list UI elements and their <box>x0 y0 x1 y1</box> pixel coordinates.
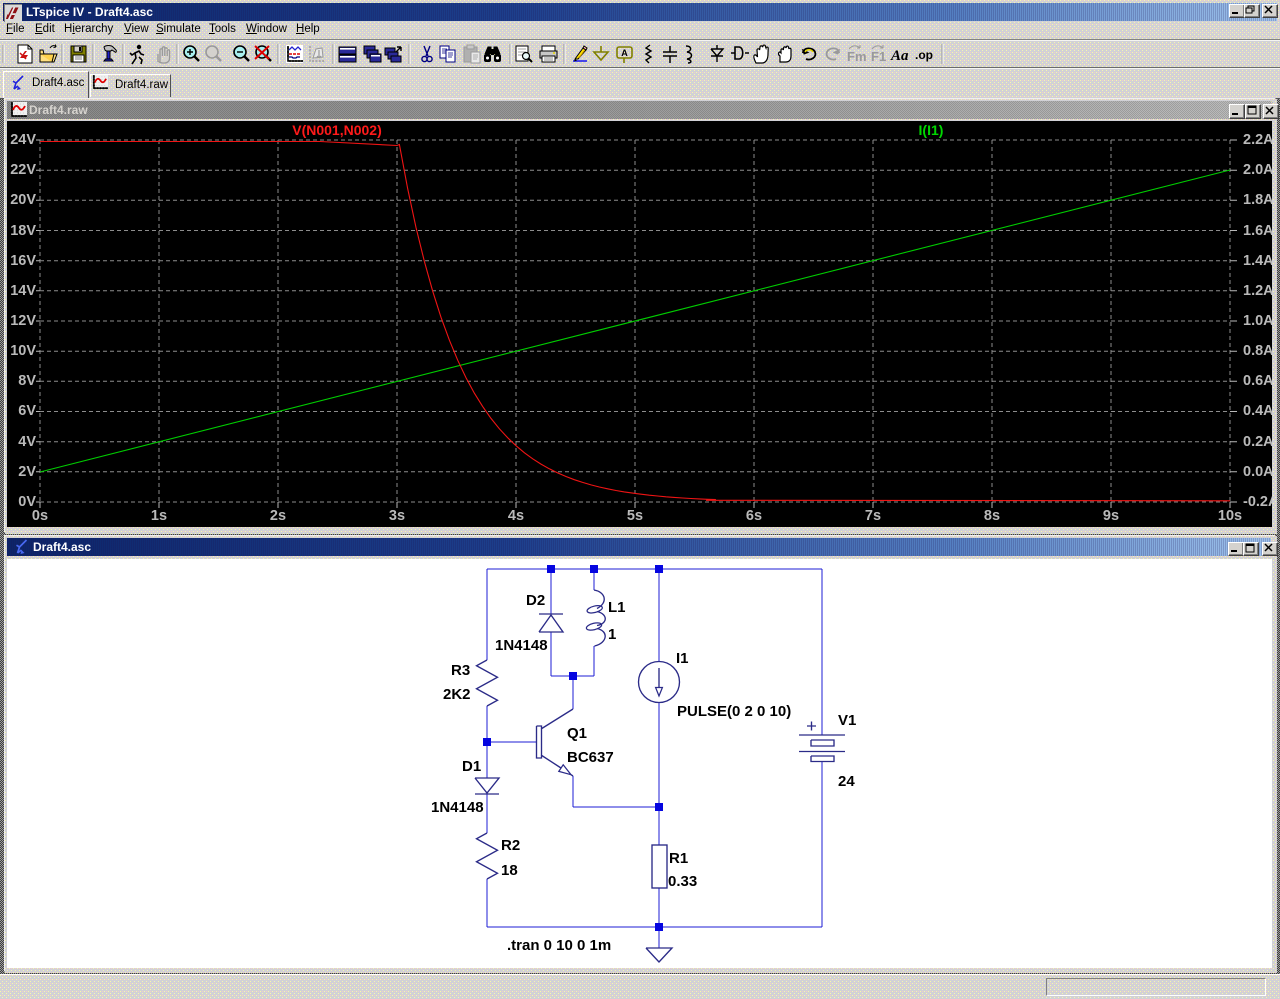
svg-text:10V: 10V <box>10 343 36 359</box>
svg-text:0s: 0s <box>32 508 48 524</box>
svg-text:3s: 3s <box>389 508 405 524</box>
svg-text:0.4A: 0.4A <box>1243 403 1272 419</box>
svg-text:8s: 8s <box>984 508 1000 524</box>
svg-text:A: A <box>621 48 628 58</box>
svg-text:1.6A: 1.6A <box>1243 223 1272 239</box>
svg-text:1.8A: 1.8A <box>1243 192 1272 208</box>
svg-text:I(I1): I(I1) <box>919 122 944 138</box>
svg-text:-0.2A: -0.2A <box>1243 494 1272 510</box>
svg-text:Q1: Q1 <box>567 725 587 742</box>
svg-text:6V: 6V <box>18 403 36 419</box>
svg-text:.op: .op <box>915 48 933 62</box>
svg-text:7s: 7s <box>865 508 881 524</box>
svg-text:24V: 24V <box>10 132 36 148</box>
svg-text:2.0A: 2.0A <box>1243 162 1272 178</box>
svg-text:20V: 20V <box>10 192 36 208</box>
svg-text:R3: R3 <box>451 662 470 679</box>
svg-text:L1: L1 <box>608 599 626 616</box>
svg-text:PULSE(0 2 0 10): PULSE(0 2 0 10) <box>677 703 791 720</box>
svg-text:0.8A: 0.8A <box>1243 343 1272 359</box>
svg-text:2K2: 2K2 <box>443 686 471 703</box>
svg-text:4V: 4V <box>18 434 36 450</box>
svg-text:6s: 6s <box>746 508 762 524</box>
svg-text:0.0A: 0.0A <box>1243 464 1272 480</box>
svg-text:12V: 12V <box>10 313 36 329</box>
svg-text:2V: 2V <box>18 464 36 480</box>
svg-text:0.6A: 0.6A <box>1243 373 1272 389</box>
svg-text:14V: 14V <box>10 283 36 299</box>
svg-text:0.2A: 0.2A <box>1243 434 1272 450</box>
svg-text:1N4148: 1N4148 <box>431 799 484 816</box>
svg-text:1s: 1s <box>151 508 167 524</box>
svg-text:8V: 8V <box>18 373 36 389</box>
svg-text:D2: D2 <box>526 592 545 609</box>
svg-text:1N4148: 1N4148 <box>495 637 548 654</box>
svg-text:.tran 0 10 0 1m: .tran 0 10 0 1m <box>507 937 611 954</box>
svg-text:R2: R2 <box>501 837 520 854</box>
svg-text:1.0A: 1.0A <box>1243 313 1272 329</box>
svg-text:V1: V1 <box>838 712 856 729</box>
svg-text:1: 1 <box>879 49 886 64</box>
svg-text:I1: I1 <box>676 650 689 667</box>
svg-text:Aa: Aa <box>890 48 909 64</box>
svg-text:F: F <box>871 49 879 64</box>
svg-text:18V: 18V <box>10 223 36 239</box>
svg-text:D1: D1 <box>462 758 481 775</box>
svg-text:2.2A: 2.2A <box>1243 132 1272 148</box>
svg-text:16V: 16V <box>10 253 36 269</box>
svg-text:Fm: Fm <box>847 49 867 64</box>
svg-text:10s: 10s <box>1218 508 1242 524</box>
svg-text:5s: 5s <box>627 508 643 524</box>
svg-text:R1: R1 <box>669 850 688 867</box>
svg-text:2s: 2s <box>270 508 286 524</box>
svg-text:22V: 22V <box>10 162 36 178</box>
svg-text:V(N001,N002): V(N001,N002) <box>292 122 382 138</box>
svg-text:4s: 4s <box>508 508 524 524</box>
svg-text:BC637: BC637 <box>567 749 614 766</box>
svg-text:0.33: 0.33 <box>668 873 697 890</box>
svg-text:18: 18 <box>501 862 518 879</box>
svg-text:9s: 9s <box>1103 508 1119 524</box>
svg-text:24: 24 <box>838 773 855 790</box>
svg-text:1.2A: 1.2A <box>1243 283 1272 299</box>
svg-text:1: 1 <box>608 626 616 643</box>
svg-text:1.4A: 1.4A <box>1243 253 1272 269</box>
